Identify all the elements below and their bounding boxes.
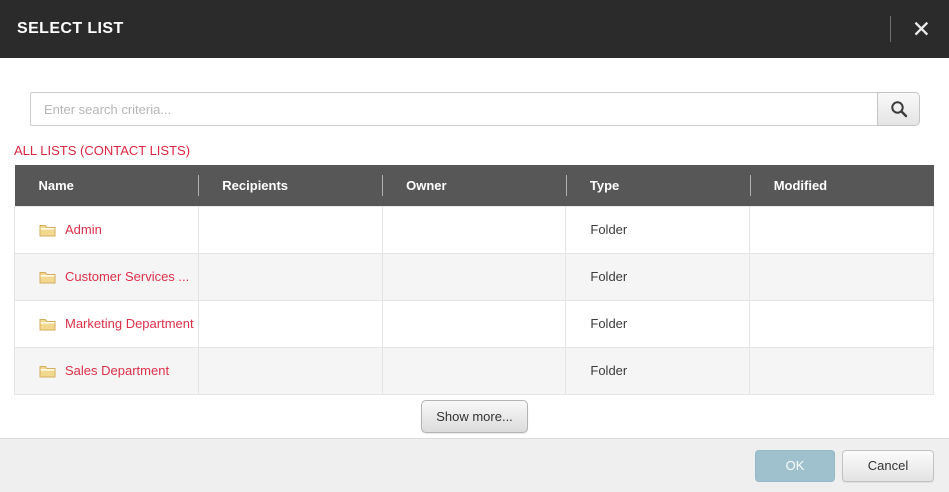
modified-cell [749,346,934,395]
type-cell: Folder [565,346,751,395]
list-name-link[interactable]: Customer Services ... [65,269,189,284]
table-body: Admin Folder Customer Services ... Folde… [14,205,934,395]
folder-icon [39,365,56,377]
column-header-owner: Owner [382,165,566,206]
name-cell: Admin [14,205,199,254]
type-cell: Folder [565,252,751,301]
name-cell: Customer Services ... [14,252,199,301]
show-more-button[interactable]: Show more... [421,399,528,433]
show-more-container: Show more... [0,399,949,433]
column-header-name: Name [14,165,199,206]
name-cell: Sales Department [14,346,199,395]
table-row: Customer Services ... Folder [14,252,934,301]
lists-table: Name Recipients Owner Type Modified Admi… [14,165,934,395]
column-header-type: Type [565,165,750,206]
type-cell: Folder [565,205,751,254]
column-header-modified: Modified [749,165,934,206]
recipients-cell [197,346,383,395]
name-cell: Marketing Department [14,299,199,348]
dialog-header-actions: ✕ [889,16,935,43]
table-row: Sales Department Folder [14,346,934,395]
table-row: Marketing Department Folder [14,299,934,348]
column-header-recipients: Recipients [198,165,383,206]
select-list-dialog: SELECT LIST ✕ ALL LISTS (CONTACT LISTS) … [0,0,949,492]
list-name-link[interactable]: Marketing Department [65,316,194,331]
list-name-link[interactable]: Admin [65,222,102,237]
dialog-header: SELECT LIST ✕ [0,0,949,58]
dialog-title: SELECT LIST [17,20,124,37]
modified-cell [749,252,934,301]
search-button[interactable] [877,92,920,126]
owner-cell [381,205,567,254]
cancel-button[interactable]: Cancel [842,449,934,482]
ok-button[interactable]: OK [755,449,835,482]
table-row: Admin Folder [14,205,934,254]
owner-cell [381,299,567,348]
close-icon[interactable]: ✕ [908,16,935,43]
header-divider [889,16,891,42]
table-header: Name Recipients Owner Type Modified [14,165,934,206]
section-label: ALL LISTS (CONTACT LISTS) [14,143,191,158]
owner-cell [381,346,567,395]
folder-icon [39,271,56,283]
modified-cell [749,299,934,348]
recipients-cell [197,299,383,348]
folder-icon [39,318,56,330]
dialog-footer: OK Cancel [0,438,949,492]
search-input[interactable] [30,92,878,126]
list-name-link[interactable]: Sales Department [65,363,169,378]
search-bar [30,92,920,126]
recipients-cell [197,252,383,301]
magnifier-icon [890,101,907,118]
type-cell: Folder [565,299,751,348]
modified-cell [749,205,934,254]
recipients-cell [197,205,383,254]
folder-icon [39,224,56,236]
owner-cell [381,252,567,301]
